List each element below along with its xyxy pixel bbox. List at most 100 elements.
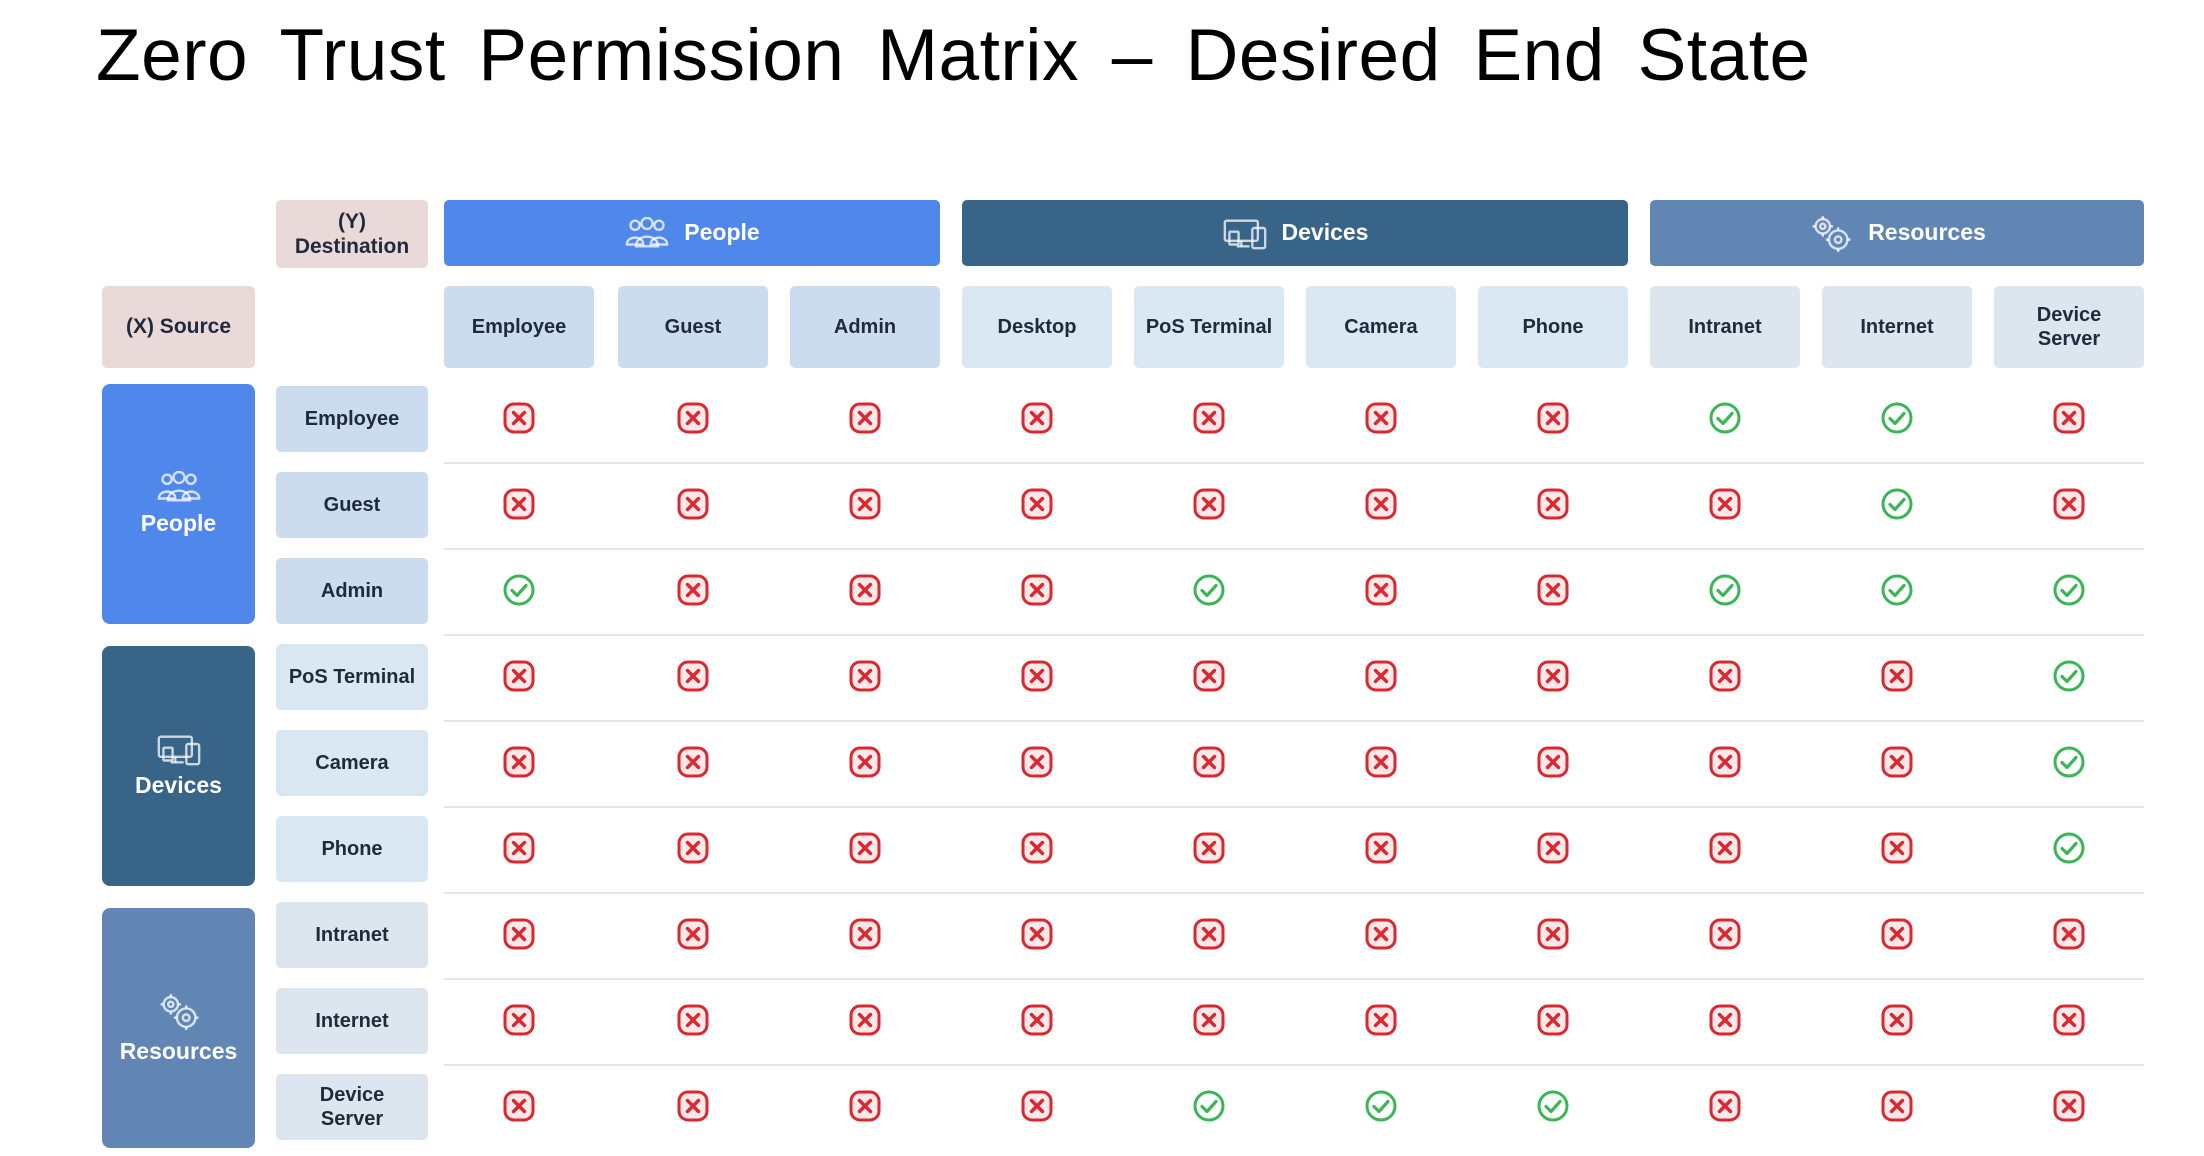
deny-x-icon — [1020, 573, 1054, 607]
destination-header-label: (Y) — [338, 209, 366, 233]
column-header-label: Desktop — [997, 316, 1077, 338]
deny-x-icon — [1880, 917, 1914, 951]
deny-x-icon — [1708, 487, 1742, 521]
page-title: Zero Trust Permission Matrix – Desired E… — [96, 15, 1811, 96]
destination-group-resources: Resources — [1650, 200, 2144, 266]
deny-x-icon — [848, 917, 882, 951]
column-header-label: Employee — [471, 316, 567, 338]
column-header-employee: Employee — [444, 286, 594, 368]
deny-x-icon — [1708, 917, 1742, 951]
row-header-label: Phone — [321, 838, 383, 860]
allow-check-icon — [2052, 573, 2086, 607]
deny-x-icon — [502, 745, 536, 779]
deny-x-icon — [676, 401, 710, 435]
deny-x-icon — [1364, 917, 1398, 951]
deny-x-icon — [2052, 917, 2086, 951]
deny-x-icon — [1192, 917, 1226, 951]
allow-check-icon — [1192, 573, 1226, 607]
allow-check-icon — [1880, 573, 1914, 607]
row-separator — [444, 978, 2144, 980]
deny-x-icon — [1536, 831, 1570, 865]
row-header-pos-terminal: PoS Terminal — [276, 644, 428, 710]
column-header-label: Camera — [1344, 316, 1418, 338]
deny-x-icon — [1192, 487, 1226, 521]
row-header-label: PoS Terminal — [288, 666, 416, 688]
allow-check-icon — [1192, 1089, 1226, 1123]
allow-check-icon — [1536, 1089, 1570, 1123]
deny-x-icon — [676, 745, 710, 779]
column-header-guest: Guest — [618, 286, 768, 368]
column-header-label: Internet — [1860, 316, 1934, 338]
allow-check-icon — [1880, 401, 1914, 435]
destination-group-label: Resources — [1868, 219, 1986, 246]
deny-x-icon — [1880, 659, 1914, 693]
destination-header: (Y) Destination — [276, 200, 428, 268]
deny-x-icon — [1536, 917, 1570, 951]
column-header-device-server: Device Server — [1994, 286, 2144, 368]
deny-x-icon — [1192, 745, 1226, 779]
deny-x-icon — [502, 1089, 536, 1123]
deny-x-icon — [502, 659, 536, 693]
resources-icon — [156, 991, 202, 1032]
row-header-label: Server — [320, 1108, 384, 1130]
deny-x-icon — [1364, 1003, 1398, 1037]
allow-check-icon — [502, 573, 536, 607]
deny-x-icon — [676, 1089, 710, 1123]
deny-x-icon — [1020, 1003, 1054, 1037]
deny-x-icon — [1020, 487, 1054, 521]
column-header-label: PoS Terminal — [1145, 316, 1273, 338]
deny-x-icon — [1364, 745, 1398, 779]
column-header-desktop: Desktop — [962, 286, 1112, 368]
source-group-label: People — [140, 509, 217, 536]
deny-x-icon — [1364, 401, 1398, 435]
row-header-label: Intranet — [315, 924, 389, 946]
destination-group-label: People — [684, 219, 760, 246]
devices-icon — [156, 733, 202, 766]
deny-x-icon — [676, 659, 710, 693]
source-group-resources: Resources — [102, 908, 255, 1148]
deny-x-icon — [2052, 1003, 2086, 1037]
row-header-phone: Phone — [276, 816, 428, 882]
deny-x-icon — [1880, 1089, 1914, 1123]
deny-x-icon — [1020, 917, 1054, 951]
deny-x-icon — [848, 1089, 882, 1123]
column-header-label: Server — [2037, 328, 2101, 350]
people-icon — [624, 216, 670, 250]
row-header-employee: Employee — [276, 386, 428, 452]
destination-header-label: Destination — [294, 235, 410, 258]
deny-x-icon — [1020, 1089, 1054, 1123]
column-header-label: Phone — [1522, 316, 1584, 338]
deny-x-icon — [1020, 831, 1054, 865]
deny-x-icon — [2052, 401, 2086, 435]
people-icon — [156, 470, 202, 504]
deny-x-icon — [502, 1003, 536, 1037]
source-header: (X) Source — [102, 286, 255, 368]
deny-x-icon — [1364, 831, 1398, 865]
row-header-admin: Admin — [276, 558, 428, 624]
allow-check-icon — [1880, 487, 1914, 521]
deny-x-icon — [1880, 831, 1914, 865]
deny-x-icon — [1536, 1003, 1570, 1037]
deny-x-icon — [848, 487, 882, 521]
deny-x-icon — [1192, 659, 1226, 693]
column-header-label: Device — [2036, 304, 2102, 326]
deny-x-icon — [1192, 831, 1226, 865]
source-group-label: Devices — [135, 771, 222, 798]
source-header-label: (X) Source — [125, 315, 232, 339]
column-header-label: Guest — [664, 316, 722, 338]
row-separator — [444, 462, 2144, 464]
row-header-camera: Camera — [276, 730, 428, 796]
deny-x-icon — [502, 487, 536, 521]
deny-x-icon — [502, 401, 536, 435]
allow-check-icon — [1708, 401, 1742, 435]
row-header-device-server: Device Server — [276, 1074, 428, 1140]
resources-icon — [1808, 213, 1854, 254]
deny-x-icon — [848, 401, 882, 435]
deny-x-icon — [1192, 1003, 1226, 1037]
deny-x-icon — [1536, 573, 1570, 607]
row-header-label: Internet — [315, 1010, 389, 1032]
row-header-label: Camera — [315, 752, 389, 774]
deny-x-icon — [1708, 659, 1742, 693]
deny-x-icon — [676, 1003, 710, 1037]
column-header-phone: Phone — [1478, 286, 1628, 368]
